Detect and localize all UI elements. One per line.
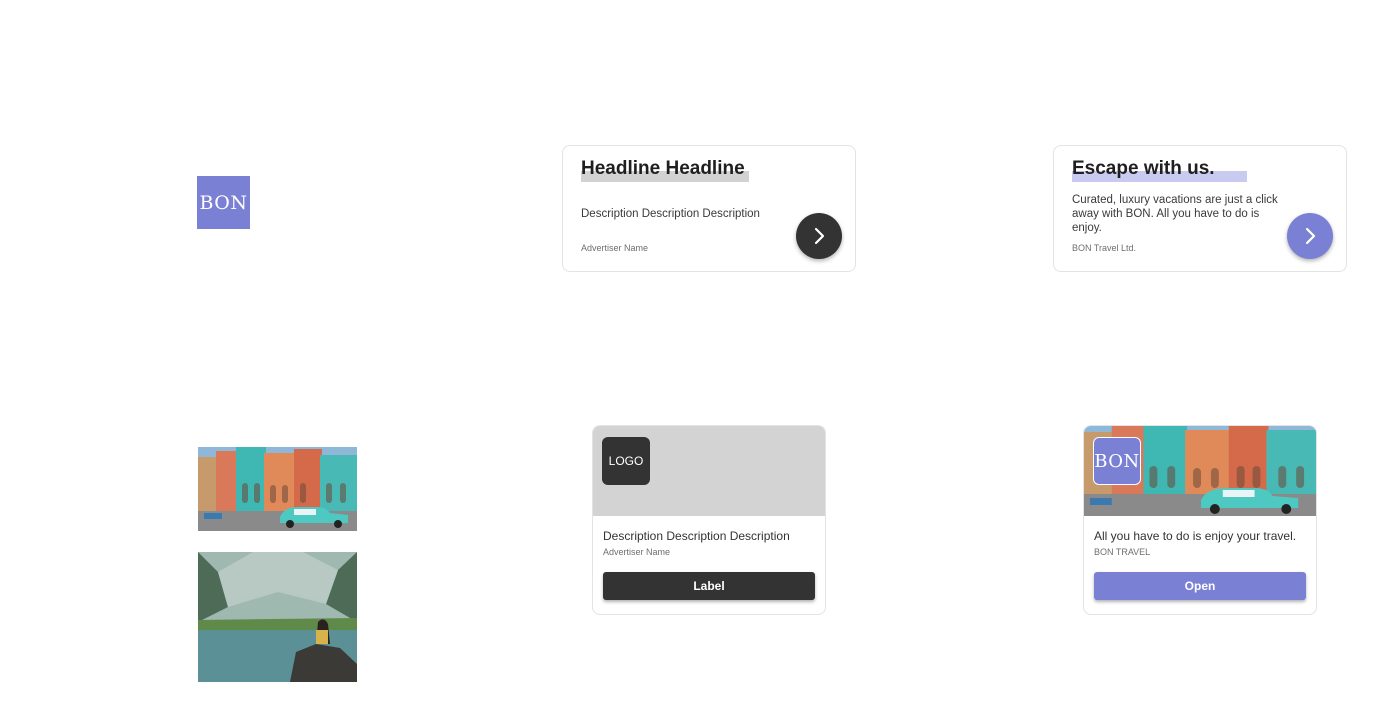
banner-advertiser-name: Advertiser Name xyxy=(581,243,649,253)
banner-description: Description Description Description xyxy=(581,208,760,220)
bon-logo: BON xyxy=(197,176,250,229)
banner-ad-template[interactable]: Headline Headline Description Descriptio… xyxy=(562,145,856,272)
mountain-lake-photo xyxy=(198,552,357,682)
card-cta-button[interactable]: Open xyxy=(1094,572,1306,600)
banner-next-button[interactable] xyxy=(796,213,842,259)
card-logo-text: BON xyxy=(1094,450,1140,472)
banner-next-button[interactable] xyxy=(1287,213,1333,259)
banner-description: Curated, luxury vacations are just a cli… xyxy=(1072,194,1278,234)
card-advertiser-name: Advertiser Name xyxy=(603,547,671,557)
havana-street-photo xyxy=(198,447,357,531)
card-cta-button[interactable]: Label xyxy=(603,572,815,600)
banner-headline: Headline Headline xyxy=(581,158,749,182)
card-description: Description Description Description xyxy=(603,529,790,543)
card-description: All you have to do is enjoy your travel. xyxy=(1094,529,1297,543)
card-logo-text: LOGO xyxy=(608,454,644,468)
card-brand-logo: BON xyxy=(1093,437,1141,485)
card-ad-filled[interactable]: BON All you have to do is enjoy your tra… xyxy=(1083,425,1317,615)
chevron-right-icon xyxy=(814,227,825,245)
banner-ad-filled[interactable]: Escape with us. Curated, luxury vacation… xyxy=(1053,145,1347,272)
card-ad-template[interactable]: LOGO Description Description Description… xyxy=(592,425,826,615)
bon-logo-text: BON xyxy=(199,191,248,214)
chevron-right-icon xyxy=(1305,227,1316,245)
card-advertiser-name: BON TRAVEL xyxy=(1094,547,1151,557)
banner-advertiser-name: BON Travel Ltd. xyxy=(1072,243,1137,253)
havana-street-illustration xyxy=(198,447,357,531)
banner-headline: Escape with us. xyxy=(1072,158,1247,182)
card-logo-placeholder: LOGO xyxy=(602,437,650,485)
mountain-lake-illustration xyxy=(198,552,357,682)
ad-template-canvas: BON Headline Headline Description Descri… xyxy=(0,0,1400,712)
